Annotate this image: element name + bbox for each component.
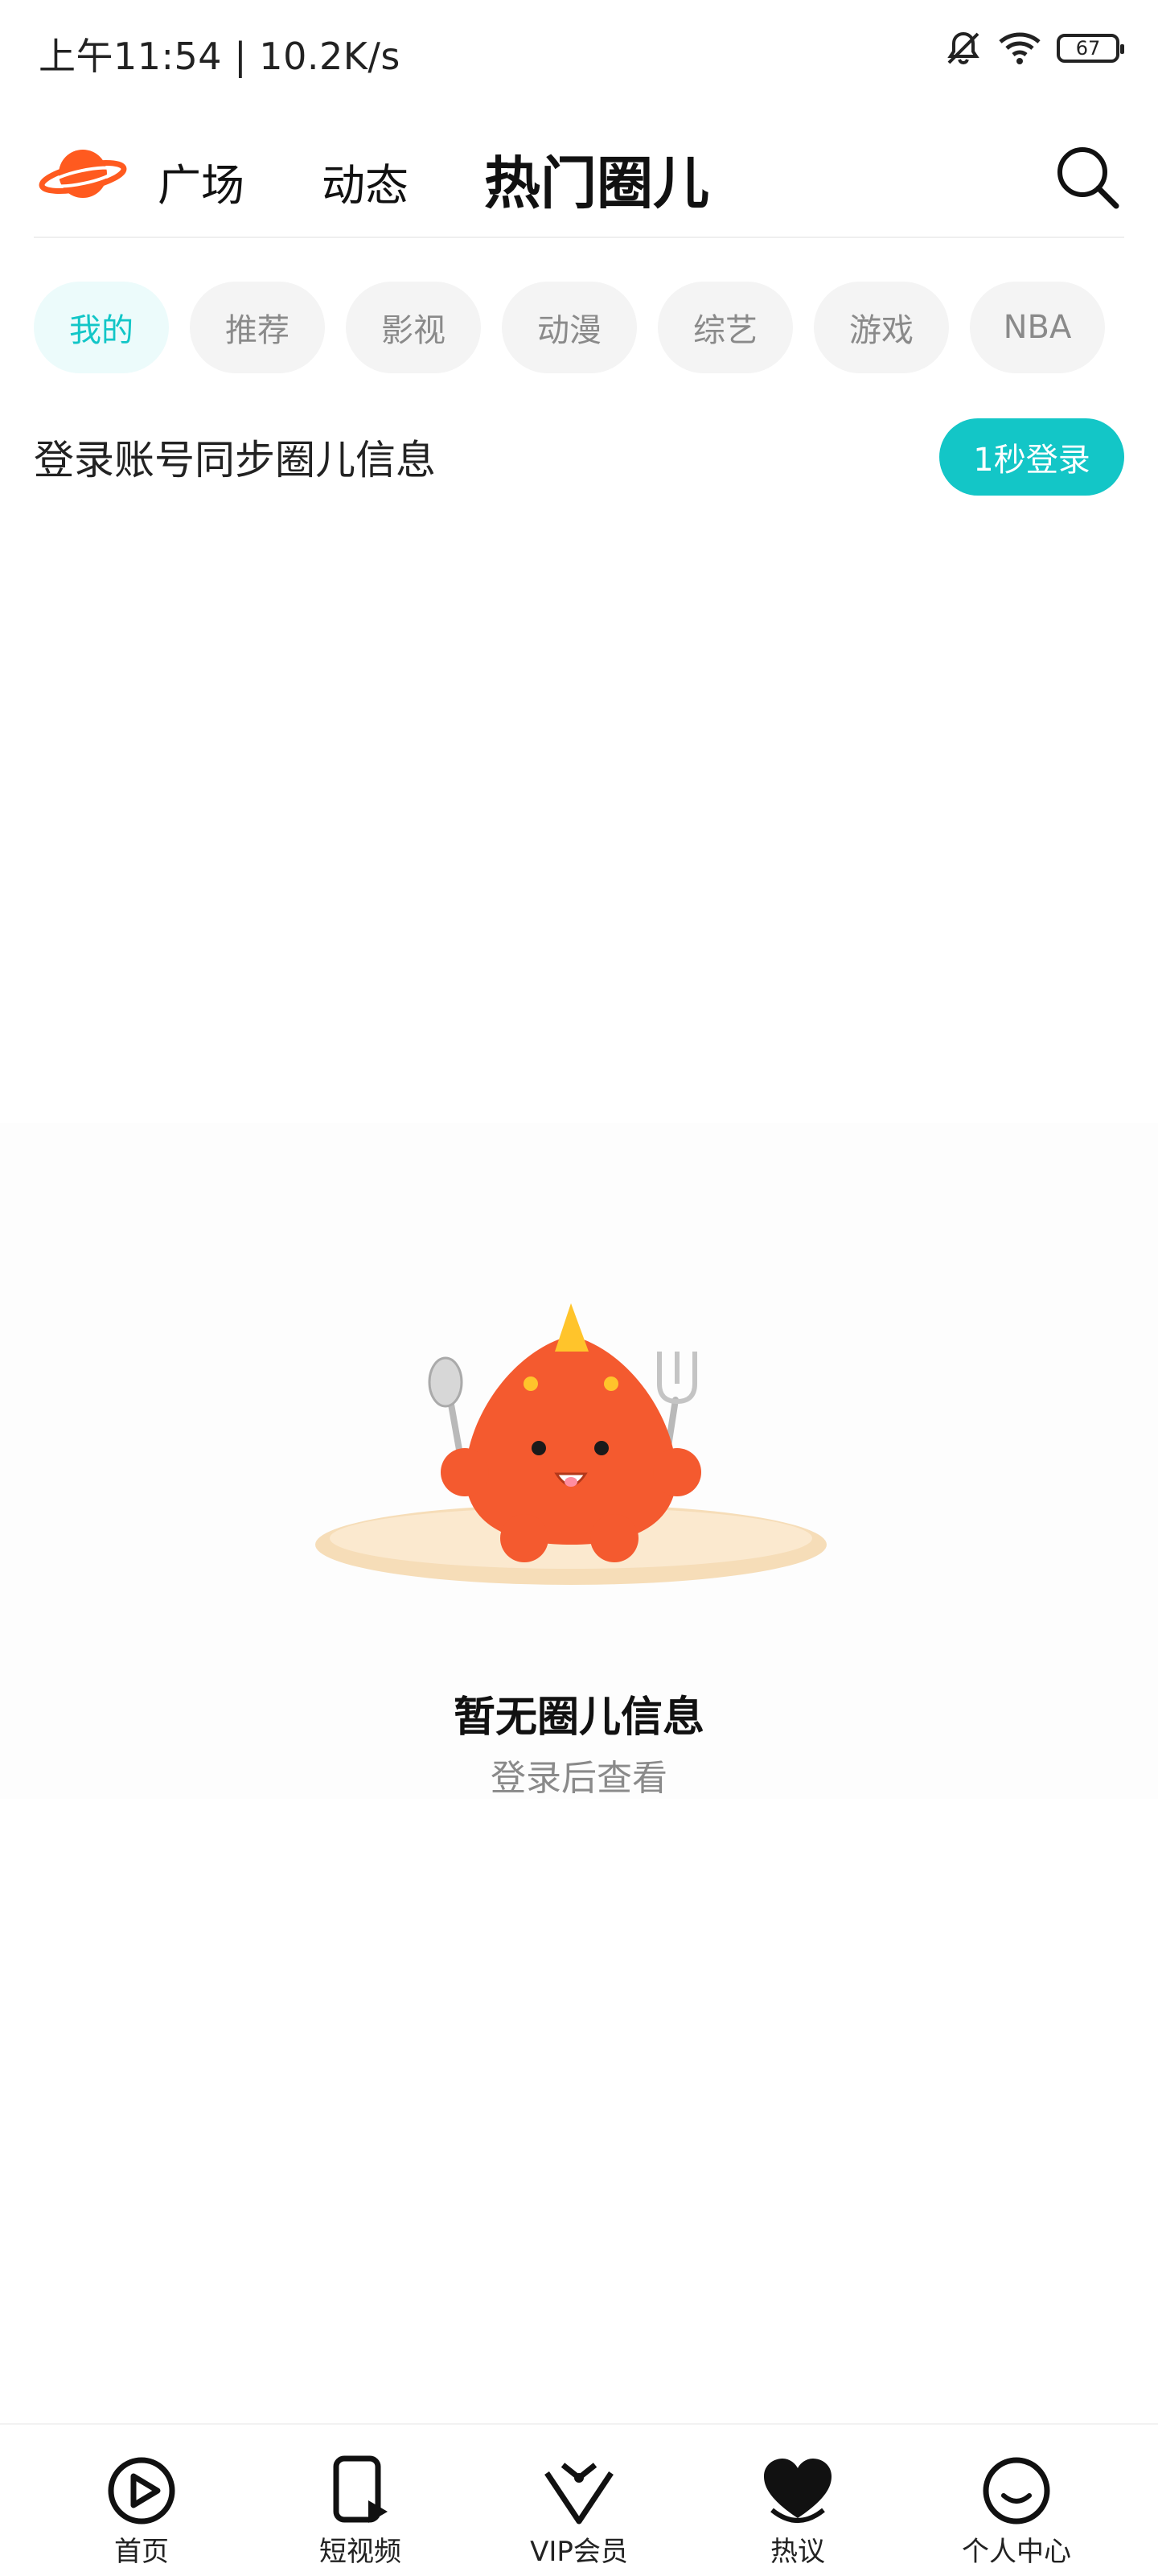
heart-icon	[764, 2459, 832, 2523]
nav-vip[interactable]: VIP会员	[491, 2454, 667, 2569]
status-time: 上午11:54 | 10.2K/s	[39, 35, 400, 78]
chip-variety[interactable]: 综艺	[658, 282, 793, 373]
header-divider	[34, 237, 1124, 238]
battery-icon: 67	[1057, 34, 1124, 63]
planet-logo-icon[interactable]	[39, 142, 127, 206]
play-icon	[108, 2457, 175, 2525]
smile-icon	[983, 2457, 1050, 2525]
search-icon[interactable]	[1052, 142, 1123, 212]
chip-mine[interactable]: 我的	[34, 282, 169, 373]
chip-recommend[interactable]: 推荐	[190, 282, 325, 373]
status-bar: 上午11:54 | 10.2K/s 67	[0, 0, 1158, 97]
vip-icon	[544, 2463, 614, 2525]
quick-login-button[interactable]: 1秒登录	[939, 418, 1124, 496]
tab-square[interactable]: 广场	[158, 150, 244, 213]
chip-nba[interactable]: NBA	[970, 282, 1105, 373]
tab-dynamics[interactable]: 动态	[322, 150, 409, 213]
bell-off-icon	[947, 31, 979, 65]
nav-home-label: 首页	[114, 2536, 169, 2568]
login-prompt-text: 登录账号同步圈儿信息	[34, 437, 436, 484]
chip-games[interactable]: 游戏	[814, 282, 949, 373]
chip-film[interactable]: 影视	[346, 282, 481, 373]
status-icons: 67	[944, 26, 1124, 71]
wifi-icon	[999, 32, 1041, 64]
nav-hot-topics[interactable]: 热议	[709, 2454, 886, 2569]
chip-anime[interactable]: 动漫	[502, 282, 637, 373]
nav-short-video[interactable]: 短视频	[272, 2454, 449, 2569]
bottom-nav: 首页 短视频 VIP会员 热议 个人中心	[0, 2423, 1158, 2576]
nav-hot-topics-label: 热议	[770, 2536, 825, 2568]
nav-short-video-label: 短视频	[319, 2536, 401, 2568]
nav-profile[interactable]: 个人中心	[928, 2454, 1105, 2569]
nav-profile-label: 个人中心	[962, 2536, 1071, 2568]
nav-vip-label: VIP会员	[530, 2536, 628, 2568]
empty-state-subtitle: 登录后查看	[491, 1758, 667, 1799]
short-video-icon	[333, 2455, 388, 2523]
empty-state-title: 暂无圈儿信息	[453, 1693, 704, 1742]
nav-home[interactable]: 首页	[53, 2454, 230, 2569]
mascot-illustration	[315, 1303, 827, 1585]
tab-hot-circles[interactable]: 热门圈儿	[484, 138, 709, 220]
battery-level: 67	[1075, 37, 1101, 60]
category-chips: 我的 推荐 影视 动漫 综艺 游戏 NBA	[34, 282, 1105, 373]
